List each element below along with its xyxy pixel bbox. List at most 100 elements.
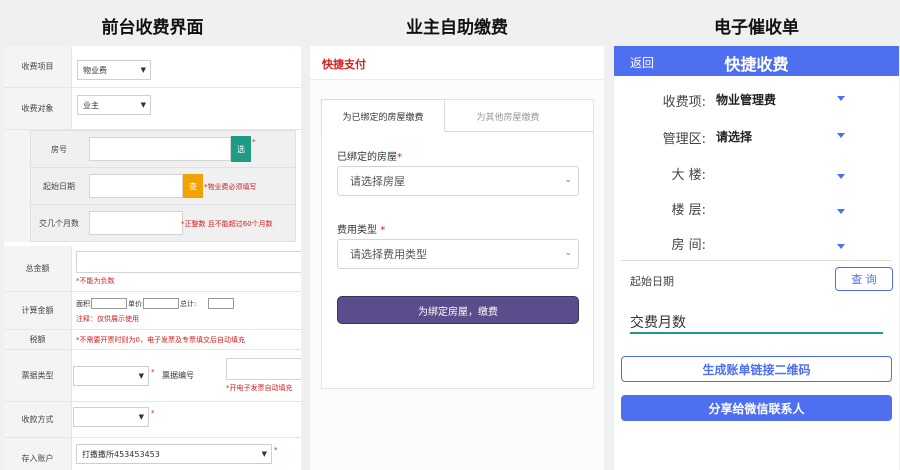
months-label: 交几个月数 xyxy=(39,219,79,228)
house-subform: 房号 选 * 起始日期 查 *物业费必须填写 交几个月数 *正整数 且不能超过6… xyxy=(30,130,296,242)
house-placeholder: 请选择房屋 xyxy=(350,175,405,188)
start-date-input[interactable] xyxy=(89,174,183,198)
room-input[interactable] xyxy=(89,137,231,161)
invoice-type-required: * xyxy=(151,368,155,376)
invoice-type-select[interactable]: ▼ xyxy=(73,366,149,386)
payment-method-label: 收款方式 xyxy=(4,402,72,437)
quick-charge-title: 快捷收费 xyxy=(724,55,789,74)
caret-down-icon[interactable] xyxy=(837,244,845,249)
start-date-row: 起始日期 查 *物业费必须填写 xyxy=(31,168,295,205)
caret-down-icon[interactable] xyxy=(837,133,845,138)
tax-row: 税额 *不需要开票时则为0，电子发票及专票填交后自动填充 xyxy=(4,330,301,350)
deposit-account-row: 存入账户 打撒撒所453453453 ▼ * xyxy=(4,438,301,470)
self-pay-card: 为已绑定的房屋缴费 为其他房屋缴费 已绑定的房屋* 请选择房屋 ⌄ 费用类型 *… xyxy=(321,99,594,389)
deposit-account-required: * xyxy=(274,446,278,454)
months-input[interactable]: 交费月数 xyxy=(630,310,883,334)
unit-price-input[interactable] xyxy=(143,298,179,309)
invoice-number-input[interactable] xyxy=(226,358,301,380)
payment-method-select[interactable]: ▼ xyxy=(73,407,149,427)
generate-qr-label: 生成账单链接二维码 xyxy=(702,362,811,377)
area-field-value[interactable]: 请选择 xyxy=(716,128,752,145)
room-required-mark: * xyxy=(252,138,256,146)
charge-item-select[interactable]: 物业费 ▼ xyxy=(77,60,151,80)
area-field-label: 管理区: xyxy=(662,132,706,147)
chevron-down-icon: ▼ xyxy=(138,372,144,380)
charge-item-field-label: 收费项: xyxy=(662,95,706,110)
house-required-mark: * xyxy=(397,152,402,163)
total-amount-input[interactable] xyxy=(76,251,301,273)
caret-down-icon[interactable] xyxy=(837,174,845,179)
months-hint: *正整数 且不能超过60个月数 xyxy=(181,220,273,228)
generate-qr-button[interactable]: 生成账单链接二维码 xyxy=(621,356,892,382)
fee-type-placeholder: 请选择费用类型 xyxy=(350,248,427,261)
pay-bound-house-label: 为绑定房屋，缴费 xyxy=(418,306,498,318)
chevron-down-icon: ▼ xyxy=(138,413,144,421)
front-desk-heading: 前台收费界面 xyxy=(101,18,204,38)
charge-target-value: 业主 xyxy=(83,100,99,110)
floor-field-label: 楼 层: xyxy=(671,203,706,218)
chevron-down-icon: ▼ xyxy=(140,101,146,109)
self-pay-panel: 快捷支付 为已绑定的房屋缴费 为其他房屋缴费 已绑定的房屋* 请选择房屋 ⌄ 费… xyxy=(310,46,604,470)
house-label: 已绑定的房屋* xyxy=(337,152,402,163)
quick-charge-header: 返回 快捷收费 xyxy=(614,46,899,76)
chevron-down-icon: ⌄ xyxy=(564,175,572,185)
invoice-number-label: 票据编号 xyxy=(162,371,194,380)
house-select[interactable]: 请选择房屋 ⌄ xyxy=(337,166,579,196)
invoice-type-label: 票据类型 xyxy=(4,350,72,401)
front-desk-panel: 收费项目 物业费 ▼ 收费对象 业主 ▼ 房号 选 * 起始日期 查 *物业费必… xyxy=(4,46,301,470)
tab-divider xyxy=(445,131,593,132)
tab-bound-house[interactable]: 为已绑定的房屋缴费 xyxy=(321,99,445,132)
charge-item-field-value[interactable]: 物业管理费 xyxy=(716,91,776,108)
e-reminder-heading: 电子催收单 xyxy=(714,18,799,38)
start-date-pick-button[interactable]: 查 xyxy=(183,174,203,198)
payment-method-row: 收款方式 ▼ * xyxy=(4,402,301,438)
self-pay-heading: 业主自助缴费 xyxy=(406,18,508,38)
chevron-down-icon: ▼ xyxy=(261,450,267,458)
tab-other-house-label: 为其他房屋缴费 xyxy=(476,112,540,123)
calc-amount-row: 计算金额 面积: 单价: 总计: 注释：仅供展示使用 xyxy=(4,292,301,330)
deposit-account-select[interactable]: 打撒撒所453453453 ▼ xyxy=(76,444,272,464)
total-amount-row: 总金额 *不能为负数 xyxy=(4,246,301,292)
area-label: 面积: xyxy=(76,300,93,308)
start-date-label: 起始日期 xyxy=(43,181,75,191)
room-field-label: 房 间: xyxy=(671,238,706,253)
chevron-down-icon: ▼ xyxy=(140,66,146,74)
building-field-label: 大 楼: xyxy=(671,168,706,183)
fee-type-label: 费用类型 * xyxy=(337,225,386,236)
tax-hint: *不需要开票时则为0，电子发票及专票填交后自动填充 xyxy=(76,336,245,344)
deposit-account-value: 打撒撒所453453453 xyxy=(82,449,160,459)
charge-item-label: 收费项目 xyxy=(4,46,72,87)
months-placeholder: 交费月数 xyxy=(630,315,686,331)
invoice-number-hint: *开电子发票自动填充 xyxy=(226,384,293,392)
total-amount-label: 总金额 xyxy=(4,246,72,291)
charge-target-select[interactable]: 业主 ▼ xyxy=(77,95,151,115)
caret-down-icon[interactable] xyxy=(837,209,845,214)
charge-target-label: 收费对象 xyxy=(4,88,72,129)
fields-divider xyxy=(621,260,892,261)
months-input[interactable] xyxy=(89,211,183,235)
room-label: 房号 xyxy=(51,144,67,154)
deposit-account-label: 存入账户 xyxy=(4,438,72,470)
invoice-row: 票据类型 ▼ * 票据编号 *开电子发票自动填充 xyxy=(4,350,301,402)
chevron-down-icon: ⌄ xyxy=(564,248,572,258)
charge-item-value: 物业费 xyxy=(83,65,107,75)
sub-block-bg xyxy=(4,130,30,242)
payment-method-required: * xyxy=(151,409,155,417)
charge-target-row: 收费对象 业主 ▼ xyxy=(4,88,301,130)
caret-down-icon[interactable] xyxy=(837,96,845,101)
tab-bound-house-label: 为已绑定的房屋缴费 xyxy=(342,112,424,123)
self-pay-header: 快捷支付 xyxy=(310,46,604,80)
share-wechat-button[interactable]: 分享给微信联系人 xyxy=(621,395,892,421)
pay-bound-house-button[interactable]: 为绑定房屋，缴费 xyxy=(337,296,579,324)
room-pick-button[interactable]: 选 xyxy=(231,136,251,162)
area-input[interactable] xyxy=(91,298,127,309)
subtotal-input[interactable] xyxy=(208,298,234,309)
calc-amount-label: 计算金额 xyxy=(4,292,72,329)
tab-other-house[interactable]: 为其他房屋缴费 xyxy=(446,100,570,132)
query-button[interactable]: 查 询 xyxy=(835,267,893,291)
quick-pay-title: 快捷支付 xyxy=(322,58,366,71)
fee-type-select[interactable]: 请选择费用类型 ⌄ xyxy=(337,239,579,269)
total-amount-hint: *不能为负数 xyxy=(76,277,115,285)
share-wechat-label: 分享给微信联系人 xyxy=(708,401,805,416)
charge-item-row: 收费项目 物业费 ▼ xyxy=(4,46,301,88)
